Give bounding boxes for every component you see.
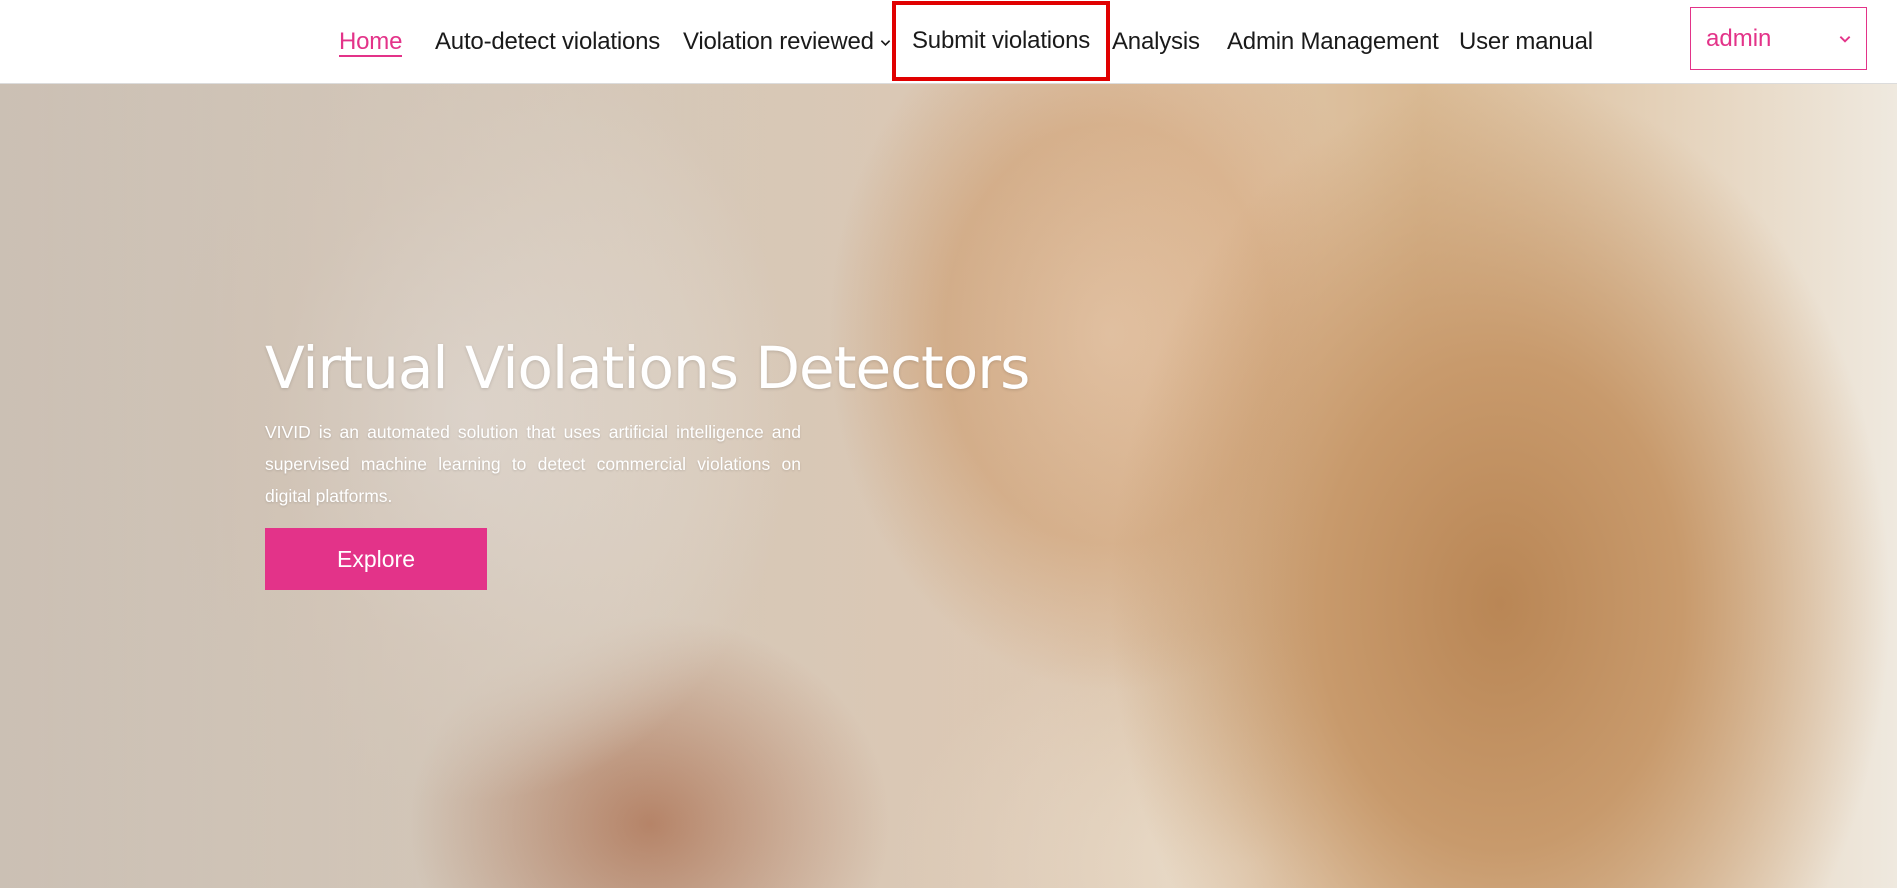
nav-item-violation-reviewed-label: Violation reviewed xyxy=(683,28,874,55)
nav-item-violation-reviewed[interactable]: Violation reviewed xyxy=(683,0,891,84)
chevron-down-icon xyxy=(1839,35,1851,43)
nav-item-analysis[interactable]: Analysis xyxy=(1112,0,1200,84)
top-navigation-bar: Home Auto-detect violations Violation re… xyxy=(0,0,1897,84)
nav-item-admin-management[interactable]: Admin Management xyxy=(1227,0,1439,84)
hero-content: Virtual Violations Detectors VIVID is an… xyxy=(265,334,1030,590)
nav-item-submit-violations[interactable]: Submit violations xyxy=(891,1,1111,81)
hero-description: VIVID is an automated solution that uses… xyxy=(265,422,801,506)
hero-banner: Virtual Violations Detectors VIVID is an… xyxy=(0,84,1897,888)
nav-item-user-manual[interactable]: User manual xyxy=(1459,0,1593,84)
user-menu-select[interactable]: admin xyxy=(1690,7,1867,70)
nav-item-auto-detect-violations[interactable]: Auto-detect violations xyxy=(435,0,660,84)
user-menu-value: admin xyxy=(1706,24,1772,52)
chevron-down-icon xyxy=(880,39,890,46)
hero-title: Virtual Violations Detectors xyxy=(265,334,1030,402)
explore-button[interactable]: Explore xyxy=(265,528,487,590)
nav-item-home[interactable]: Home xyxy=(339,0,403,84)
